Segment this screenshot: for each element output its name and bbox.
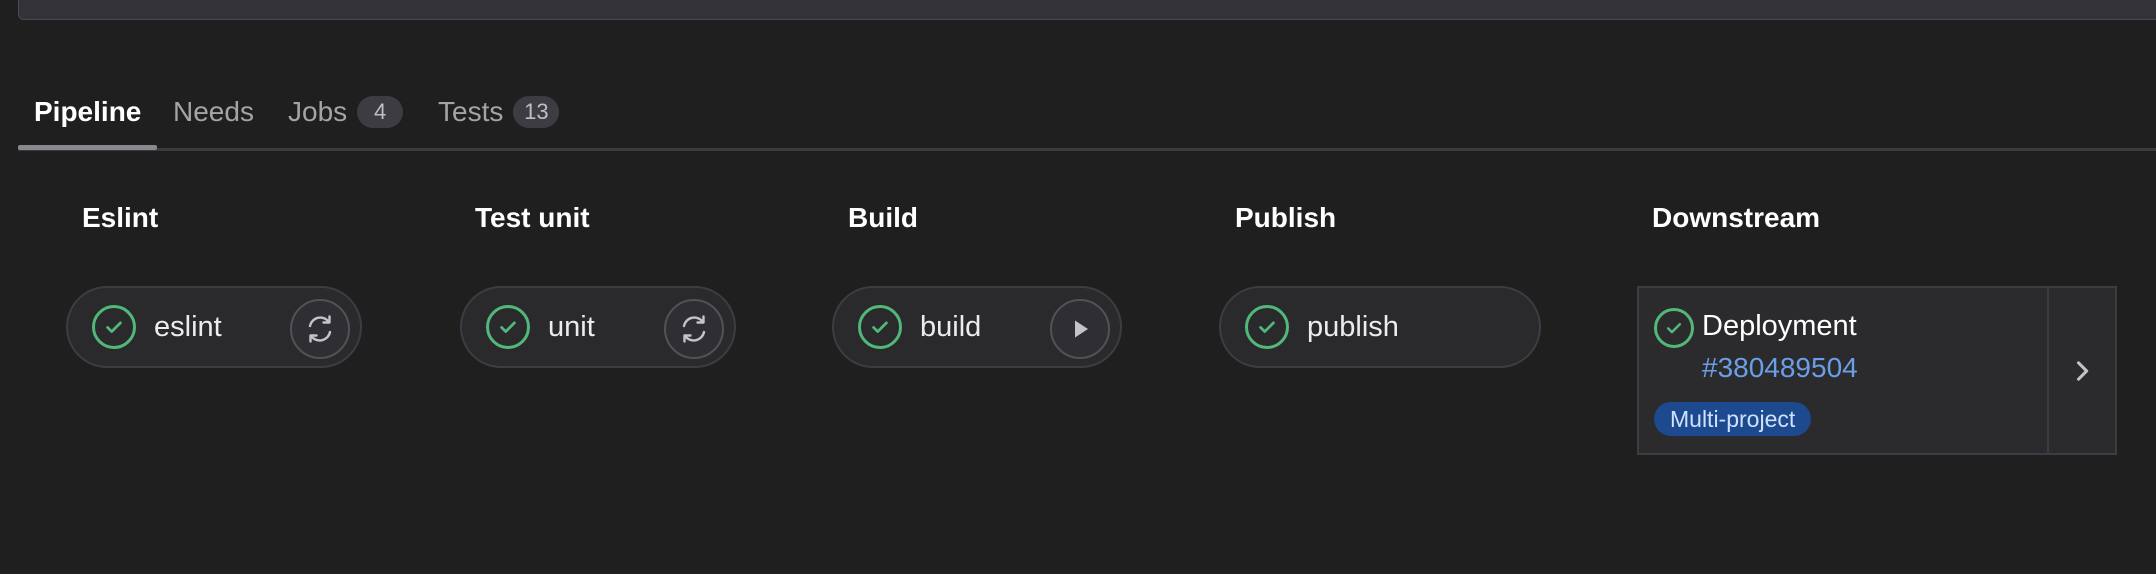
job-eslint[interactable]: eslint bbox=[66, 286, 362, 368]
tab-pipeline[interactable]: Pipeline bbox=[18, 82, 158, 150]
job-name: build bbox=[920, 310, 982, 343]
downstream-pipeline-card[interactable]: Deployment #380489504 Multi-project bbox=[1637, 286, 2117, 455]
downstream-pipeline-link[interactable]: #380489504 bbox=[1702, 352, 1858, 384]
active-tab-indicator bbox=[18, 145, 158, 150]
success-status-icon bbox=[858, 305, 902, 349]
chevron-right-icon bbox=[2076, 360, 2089, 381]
retry-button[interactable] bbox=[290, 299, 350, 359]
success-status-icon bbox=[92, 305, 136, 349]
play-icon bbox=[1075, 320, 1088, 338]
tab-needs-label: Needs bbox=[173, 96, 254, 127]
stage-title-eslint: Eslint bbox=[82, 202, 159, 233]
tab-needs[interactable]: Needs bbox=[173, 82, 254, 142]
job-name: publish bbox=[1307, 310, 1399, 343]
success-status-icon bbox=[1245, 305, 1289, 349]
jobs-count-badge: 4 bbox=[357, 96, 404, 128]
success-status-icon bbox=[1654, 308, 1694, 348]
job-build[interactable]: build bbox=[832, 286, 1122, 368]
job-name: eslint bbox=[154, 310, 222, 343]
stage-title-build: Build bbox=[848, 202, 918, 233]
tab-pipeline-label: Pipeline bbox=[34, 96, 142, 127]
stage-title-test-unit: Test unit bbox=[475, 202, 590, 233]
tab-tests-label: Tests bbox=[438, 96, 504, 127]
retry-icon bbox=[308, 315, 332, 343]
retry-button[interactable] bbox=[664, 299, 724, 359]
tests-count-badge: 13 bbox=[513, 96, 560, 128]
stage-title-downstream: Downstream bbox=[1652, 202, 1821, 233]
job-name: unit bbox=[548, 310, 595, 343]
tab-jobs[interactable]: Jobs 4 bbox=[288, 82, 404, 142]
job-publish[interactable]: publish bbox=[1219, 286, 1541, 368]
downstream-project-name: Deployment bbox=[1702, 310, 1857, 342]
tab-jobs-label: Jobs bbox=[288, 96, 348, 127]
success-status-icon bbox=[486, 305, 530, 349]
stage-title-publish: Publish bbox=[1235, 202, 1337, 233]
multi-project-badge: Multi-project bbox=[1654, 402, 1812, 436]
play-button[interactable] bbox=[1050, 299, 1110, 359]
tab-tests[interactable]: Tests 13 bbox=[438, 82, 560, 142]
job-unit[interactable]: unit bbox=[460, 286, 736, 368]
expand-downstream-button[interactable] bbox=[2047, 288, 2115, 453]
pipeline-tabs: Pipeline Needs Jobs 4 Tests 13 bbox=[18, 62, 2156, 151]
retry-icon bbox=[682, 315, 706, 343]
top-panel bbox=[18, 0, 2156, 20]
